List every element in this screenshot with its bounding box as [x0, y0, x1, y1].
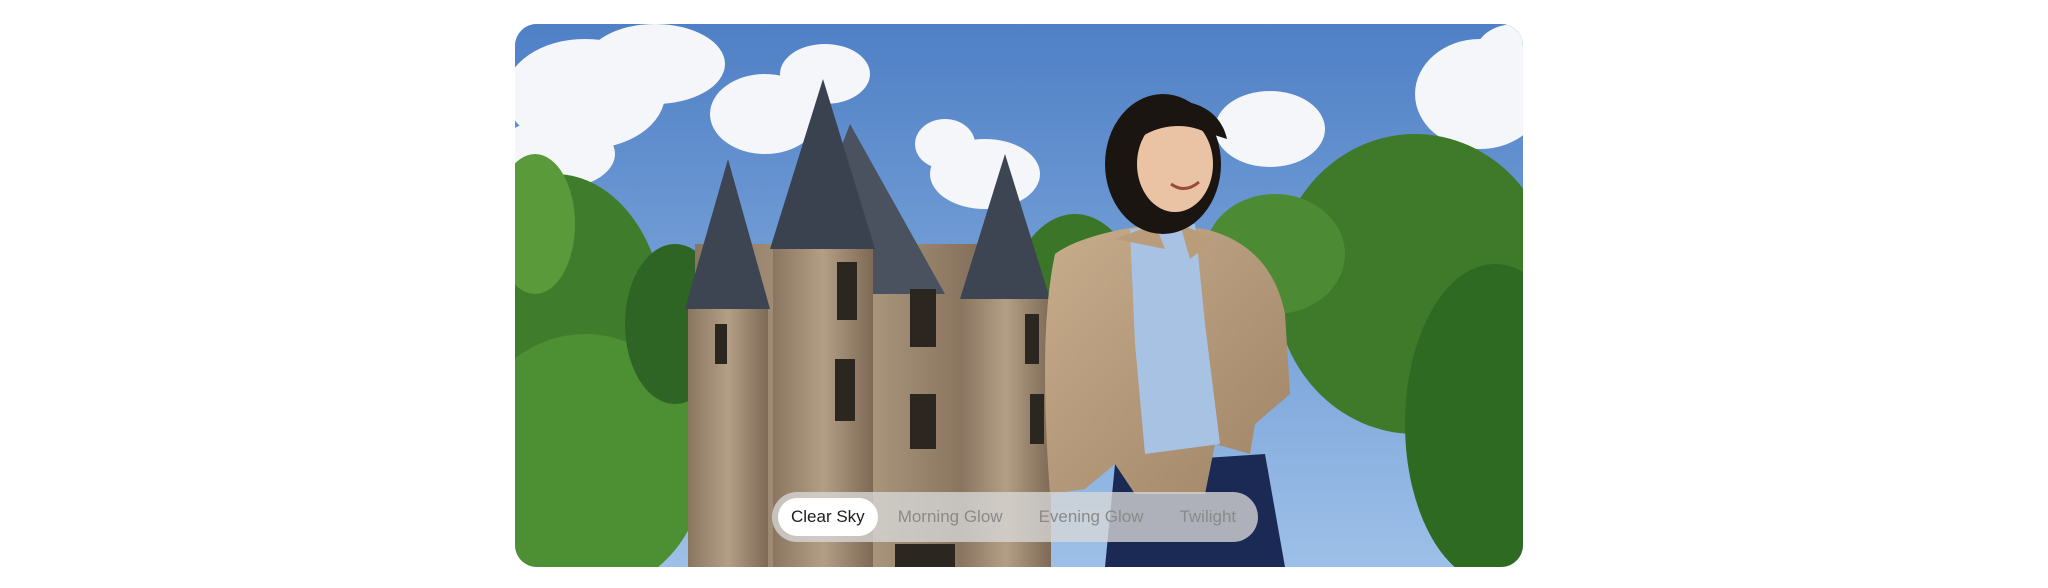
scene-image: [515, 24, 1523, 567]
filter-chip-evening-glow[interactable]: Evening Glow: [1023, 498, 1160, 536]
lighting-filter-bar: Clear Sky Morning Glow Evening Glow Twil…: [772, 492, 1259, 542]
filter-chip-morning-glow[interactable]: Morning Glow: [882, 498, 1019, 536]
filter-chip-clear-sky[interactable]: Clear Sky: [778, 498, 878, 536]
photo-preview: Clear Sky Morning Glow Evening Glow Twil…: [515, 24, 1523, 567]
filter-chip-twilight[interactable]: Twilight: [1163, 498, 1252, 536]
